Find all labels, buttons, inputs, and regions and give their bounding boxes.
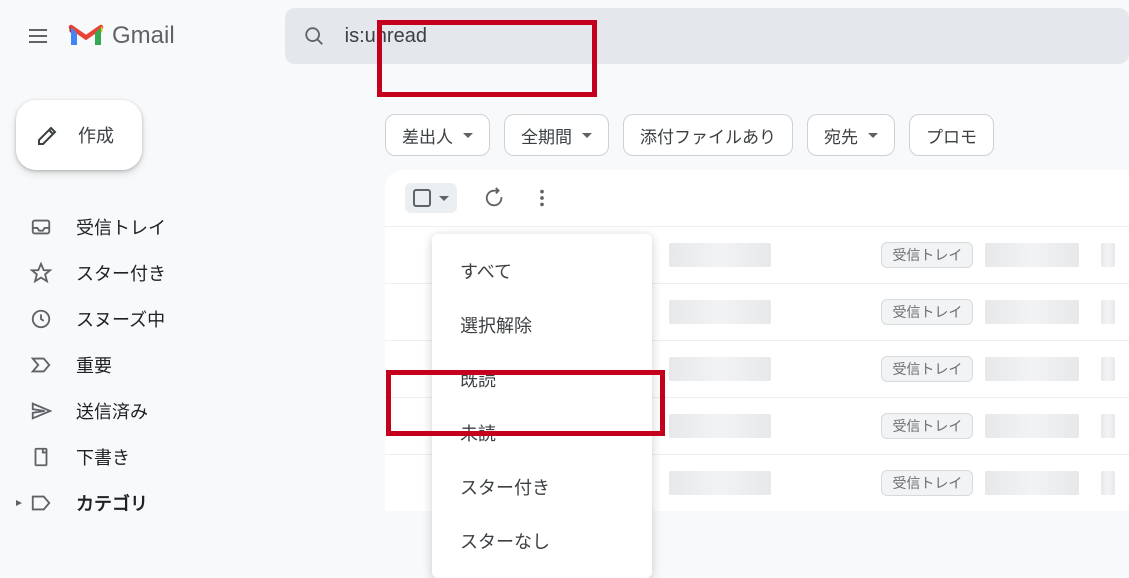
sidebar-item-clock[interactable]: スヌーズ中 bbox=[14, 296, 274, 342]
sidebar-item-send[interactable]: 送信済み bbox=[14, 388, 274, 434]
subject-placeholder bbox=[985, 300, 1079, 324]
dropdown-item[interactable]: すべて bbox=[432, 244, 652, 298]
filter-chip[interactable]: プロモ bbox=[909, 114, 994, 156]
sidebar-item-label: スター付き bbox=[76, 260, 166, 286]
tail-placeholder bbox=[1101, 471, 1115, 495]
sidebar-item-star[interactable]: スター付き bbox=[14, 250, 274, 296]
dropdown-item[interactable]: スター付き bbox=[432, 460, 652, 514]
pencil-icon bbox=[36, 123, 60, 147]
sender-placeholder bbox=[669, 414, 771, 438]
inbox-label-badge[interactable]: 受信トレイ bbox=[881, 242, 973, 268]
sidebar-item-label: 送信済み bbox=[76, 398, 148, 424]
compose-button[interactable]: 作成 bbox=[16, 100, 142, 170]
search-input[interactable] bbox=[343, 24, 543, 49]
gmail-logo[interactable]: Gmail bbox=[68, 22, 175, 50]
search-icon bbox=[303, 25, 325, 47]
chip-label: 差出人 bbox=[402, 123, 453, 148]
select-all-dropdown[interactable] bbox=[405, 183, 457, 213]
app-name: Gmail bbox=[112, 22, 175, 50]
inbox-icon bbox=[30, 216, 52, 238]
inbox-label-badge[interactable]: 受信トレイ bbox=[881, 299, 973, 325]
sidebar-item-label: 下書き bbox=[76, 444, 130, 470]
refresh-button[interactable] bbox=[483, 187, 505, 209]
tail-placeholder bbox=[1101, 300, 1115, 324]
filter-chip[interactable]: 差出人 bbox=[385, 114, 490, 156]
sidebar-item-important[interactable]: 重要 bbox=[14, 342, 274, 388]
dropdown-item[interactable]: 選択解除 bbox=[432, 298, 652, 352]
select-dropdown-menu: すべて選択解除既読未読スター付きスターなし bbox=[432, 234, 652, 578]
clock-icon bbox=[30, 308, 52, 330]
sidebar-item-label: カテゴリ bbox=[76, 490, 148, 516]
chip-label: 全期間 bbox=[521, 123, 572, 148]
sender-placeholder bbox=[669, 300, 771, 324]
sidebar-item-label: 重要 bbox=[76, 352, 112, 378]
chip-label: 宛先 bbox=[824, 123, 858, 148]
subject-placeholder bbox=[985, 357, 1079, 381]
header: Gmail bbox=[0, 0, 1129, 72]
important-icon bbox=[30, 354, 52, 376]
sender-placeholder bbox=[669, 243, 771, 267]
draft-icon bbox=[30, 446, 52, 468]
chevron-down-icon bbox=[463, 133, 473, 138]
filter-chips-row: 差出人 全期間 添付ファイルあり 宛先 プロモ bbox=[385, 114, 1129, 170]
select-all-checkbox[interactable] bbox=[413, 189, 431, 207]
expand-caret-icon bbox=[14, 498, 24, 508]
gmail-icon bbox=[68, 22, 104, 50]
compose-label: 作成 bbox=[78, 122, 114, 148]
inbox-label-badge[interactable]: 受信トレイ bbox=[881, 470, 973, 496]
chevron-down-icon bbox=[582, 133, 592, 138]
filter-chip[interactable]: 添付ファイルあり bbox=[623, 114, 793, 156]
sidebar-item-inbox[interactable]: 受信トレイ bbox=[14, 204, 274, 250]
search-bar[interactable] bbox=[285, 8, 1129, 64]
mail-toolbar bbox=[385, 170, 1129, 226]
tail-placeholder bbox=[1101, 357, 1115, 381]
subject-placeholder bbox=[985, 414, 1079, 438]
sidebar-item-label: 受信トレイ bbox=[76, 214, 166, 240]
filter-chip[interactable]: 宛先 bbox=[807, 114, 895, 156]
inbox-label-badge[interactable]: 受信トレイ bbox=[881, 356, 973, 382]
dropdown-item[interactable]: スターなし bbox=[432, 514, 652, 568]
dropdown-item[interactable]: 既読 bbox=[432, 352, 652, 406]
label-icon bbox=[30, 492, 52, 514]
sender-placeholder bbox=[669, 357, 771, 381]
chip-label: プロモ bbox=[926, 123, 977, 148]
more-button[interactable] bbox=[531, 187, 553, 209]
filter-chip[interactable]: 全期間 bbox=[504, 114, 609, 156]
subject-placeholder bbox=[985, 471, 1079, 495]
chevron-down-icon bbox=[868, 133, 878, 138]
sender-placeholder bbox=[669, 471, 771, 495]
star-icon bbox=[30, 262, 52, 284]
tail-placeholder bbox=[1101, 414, 1115, 438]
send-icon bbox=[30, 400, 52, 422]
hamburger-menu-icon[interactable] bbox=[14, 12, 62, 60]
tail-placeholder bbox=[1101, 243, 1115, 267]
chip-label: 添付ファイルあり bbox=[640, 123, 776, 148]
inbox-label-badge[interactable]: 受信トレイ bbox=[881, 413, 973, 439]
dropdown-item[interactable]: 未読 bbox=[432, 406, 652, 460]
sidebar-item-label[interactable]: カテゴリ bbox=[14, 480, 274, 526]
sidebar-item-label: スヌーズ中 bbox=[76, 306, 165, 332]
sidebar-item-draft[interactable]: 下書き bbox=[14, 434, 274, 480]
chevron-down-icon bbox=[439, 196, 449, 201]
sidebar: 作成 受信トレイスター付きスヌーズ中重要送信済み下書きカテゴリ bbox=[14, 100, 274, 526]
subject-placeholder bbox=[985, 243, 1079, 267]
